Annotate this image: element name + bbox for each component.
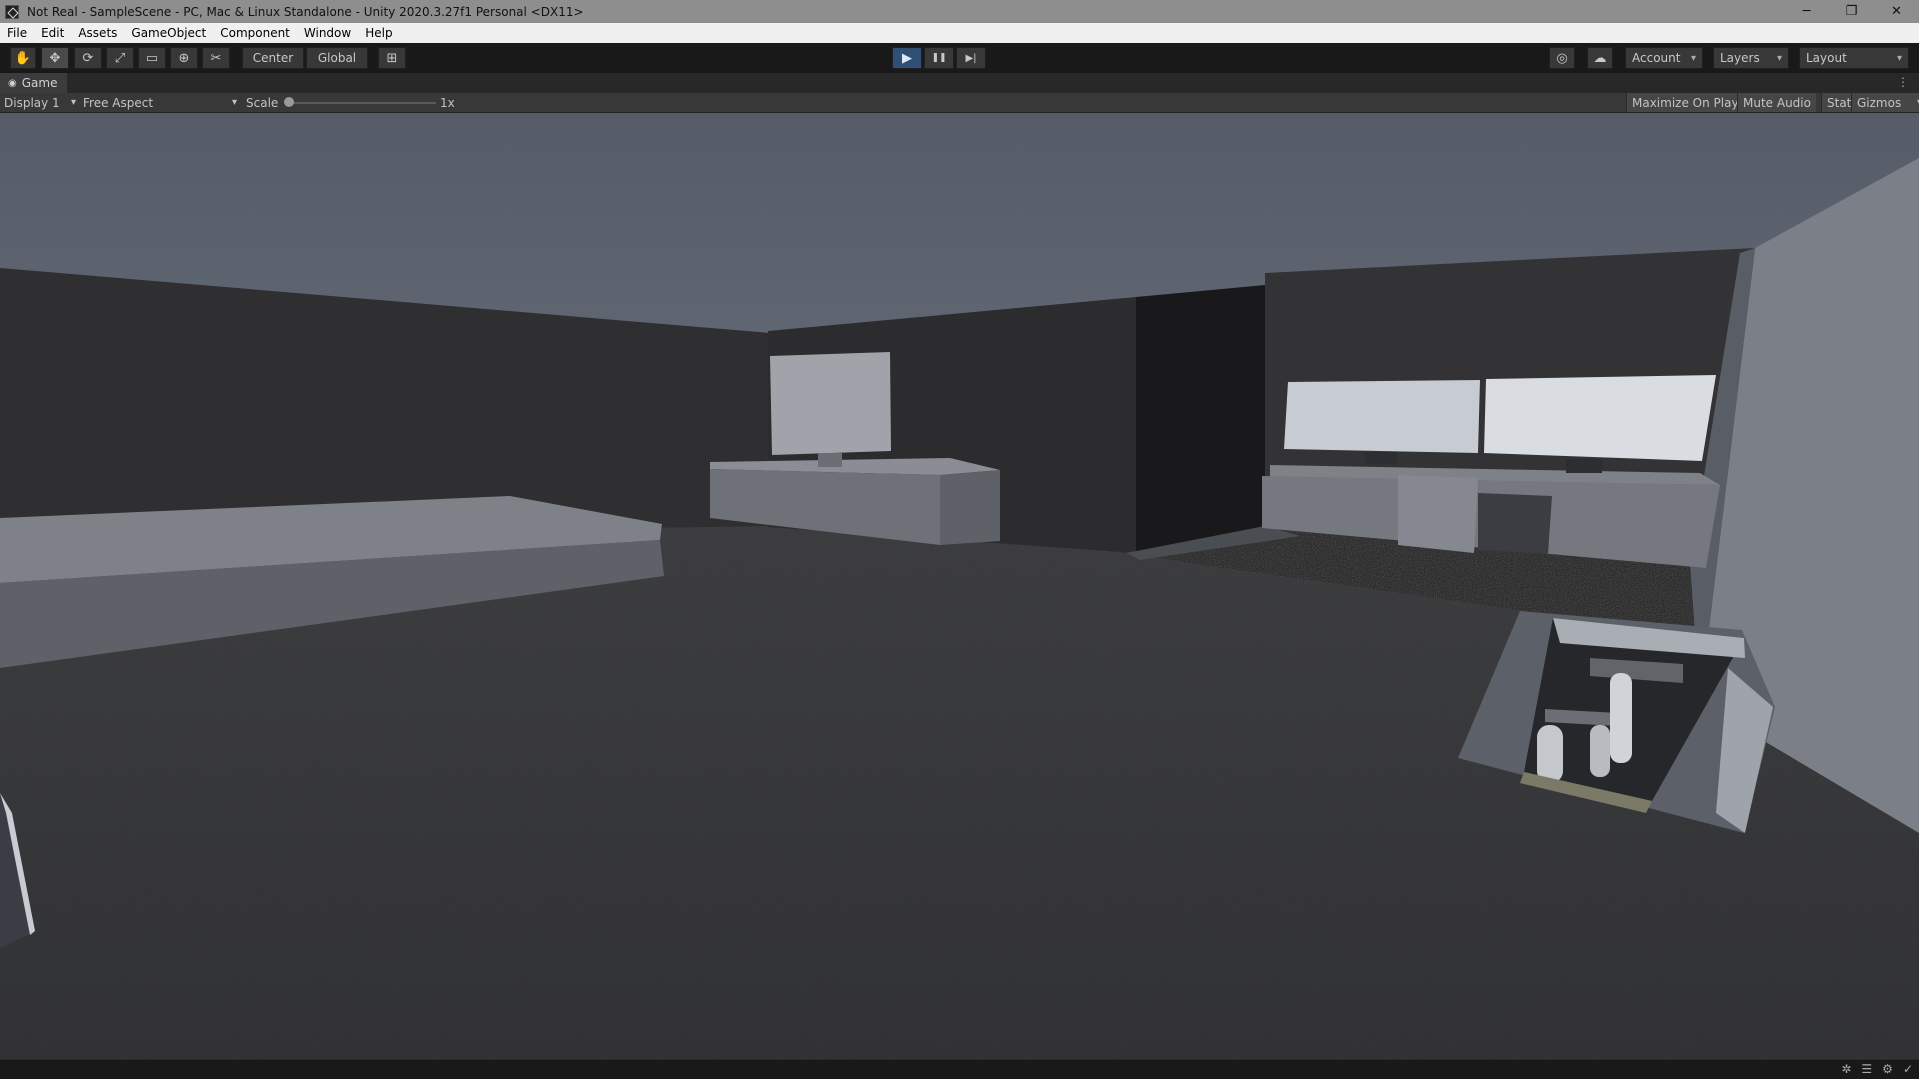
doorway — [1136, 285, 1265, 553]
game-viewport[interactable] — [0, 113, 1919, 1059]
scale-slider-handle[interactable] — [284, 97, 294, 107]
scale-tool-icon[interactable]: ⤢ — [106, 47, 134, 69]
menu-assets[interactable]: Assets — [71, 26, 124, 40]
status-lighting-icon[interactable]: ⚙ — [1882, 1062, 1893, 1076]
play-button[interactable]: ▶ — [892, 47, 922, 69]
custom-tool-icon[interactable]: ✂ — [202, 47, 230, 69]
close-button[interactable]: ✕ — [1874, 0, 1919, 23]
title-bar: Not Real - SampleScene - PC, Mac & Linux… — [0, 0, 1919, 23]
status-icons: ✲ ☰ ⚙ ✓ — [1841, 1062, 1913, 1076]
display-label: Display 1 — [4, 95, 60, 110]
hand-tool-icon[interactable]: ✋ — [10, 47, 36, 69]
hatch-pillar-2 — [1537, 725, 1563, 783]
aspect-chevron-down-icon: ▾ — [231, 97, 237, 108]
right-monitor-stand-right — [1566, 459, 1602, 473]
move-tool-icon[interactable]: ✥ — [41, 47, 69, 69]
display-chevron-down-icon: ▾ — [70, 97, 76, 108]
right-desk-opening — [1478, 493, 1552, 554]
gizmos-dropdown[interactable]: Gizmos ▾ — [1851, 93, 1919, 112]
pivot-center-button[interactable]: Center — [242, 47, 304, 69]
cloud-icon[interactable]: ☁ — [1587, 47, 1613, 69]
tab-game-label: Game — [21, 76, 58, 90]
tab-more-icon[interactable]: ⋮ — [1897, 75, 1909, 89]
rotate-tool-icon[interactable]: ⟳ — [74, 47, 102, 69]
pivot-global-button[interactable]: Global — [306, 47, 368, 69]
game-scene — [0, 113, 1919, 1059]
main-toolbar: ✋ ✥ ⟳ ⤢ ▭ ⊕ ✂ Center Global ⊞ ▶ ❚❚ ▶| ◎ … — [0, 43, 1919, 73]
tab-game[interactable]: ◉ Game — [0, 73, 68, 93]
mute-audio-toggle[interactable]: Mute Audio — [1737, 93, 1816, 112]
step-button[interactable]: ▶| — [956, 47, 986, 69]
pivot-center-label: Center — [252, 51, 294, 65]
menu-bar: File Edit Assets GameObject Component Wi… — [0, 23, 1919, 43]
right-monitor-left — [1284, 380, 1480, 453]
window-controls: ─ ❐ ✕ — [1784, 0, 1919, 23]
status-bar: ✲ ☰ ⚙ ✓ — [0, 1059, 1919, 1079]
menu-component[interactable]: Component — [213, 26, 297, 40]
layout-label: Layout — [1806, 51, 1847, 65]
grid-snap-icon[interactable]: ⊞ — [378, 47, 406, 69]
status-bug-icon[interactable]: ✲ — [1841, 1062, 1851, 1076]
restore-button[interactable]: ❐ — [1829, 0, 1874, 23]
middle-desk-side — [940, 470, 1000, 545]
gizmos-label: Gizmos — [1857, 95, 1902, 110]
hatch-pillar-1 — [1610, 673, 1632, 763]
menu-file[interactable]: File — [0, 26, 34, 40]
status-stack-icon[interactable]: ☰ — [1861, 1062, 1872, 1076]
middle-monitor — [770, 352, 891, 455]
mute-audio-label: Mute Audio — [1743, 95, 1811, 110]
maximize-on-play-toggle[interactable]: Maximize On Play — [1626, 93, 1744, 112]
pause-button[interactable]: ❚❚ — [924, 47, 954, 69]
scale-value: 1x — [440, 95, 455, 110]
layers-dropdown[interactable]: Layers — [1713, 47, 1789, 69]
aspect-dropdown[interactable]: Free Aspect ▾ — [83, 93, 237, 112]
layers-label: Layers — [1720, 51, 1760, 65]
unity-logo-icon — [5, 4, 19, 19]
transform-tool-icon[interactable]: ⊕ — [170, 47, 198, 69]
game-view-toolbar: Display 1 ▾ Free Aspect ▾ Scale 1x Maxim… — [0, 93, 1919, 113]
right-desk-block — [1398, 475, 1478, 553]
hatch-pillar-3 — [1590, 725, 1610, 777]
account-dropdown[interactable]: Account — [1625, 47, 1703, 69]
right-monitor-right — [1484, 375, 1716, 461]
scale-slider-track[interactable] — [290, 102, 436, 104]
pivot-global-label: Global — [317, 51, 357, 65]
display-dropdown[interactable]: Display 1 ▾ — [4, 93, 76, 112]
menu-help[interactable]: Help — [358, 26, 399, 40]
scale-label: Scale — [246, 95, 279, 110]
menu-edit[interactable]: Edit — [34, 26, 71, 40]
aspect-label: Free Aspect — [83, 95, 154, 110]
tab-bar: ◉ Game ⋮ — [0, 73, 1919, 93]
minimize-button[interactable]: ─ — [1784, 0, 1829, 23]
right-monitor-stand-left — [1365, 452, 1397, 464]
maximize-on-play-label: Maximize On Play — [1632, 95, 1739, 110]
account-label: Account — [1632, 51, 1681, 65]
collab-icon[interactable]: ◎ — [1549, 47, 1575, 69]
game-controller-icon: ◉ — [8, 77, 17, 89]
rect-tool-icon[interactable]: ▭ — [138, 47, 166, 69]
middle-monitor-stand — [818, 453, 842, 467]
status-check-icon[interactable]: ✓ — [1903, 1062, 1913, 1076]
layout-dropdown[interactable]: Layout — [1799, 47, 1909, 69]
menu-window[interactable]: Window — [297, 26, 358, 40]
window-title: Not Real - SampleScene - PC, Mac & Linux… — [27, 4, 584, 19]
menu-gameobject[interactable]: GameObject — [124, 26, 213, 40]
